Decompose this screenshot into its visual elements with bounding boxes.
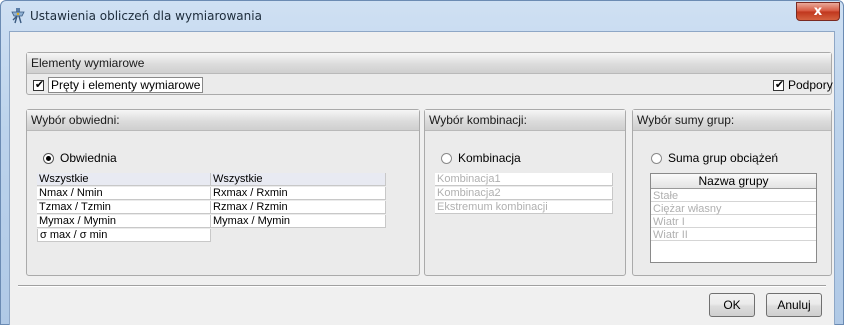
supports-checkbox-label: Podpory [788, 78, 833, 92]
envelope-left-cell[interactable]: Mymax / Mymin [37, 215, 211, 228]
group-item[interactable]: Wiatr II [651, 229, 816, 241]
envelope-radio[interactable] [43, 152, 54, 164]
bars-checkbox-row[interactable]: ✔ Pręty i elementy wymiarowe [33, 77, 204, 93]
envelope-right-cell[interactable]: Mymax / Mymin [211, 215, 386, 228]
window-title: Ustawienia obliczeń dla wymiarowania [30, 9, 262, 23]
bars-checkbox-label: Pręty i elementy wymiarowe [48, 77, 204, 93]
envelope-right-cell[interactable]: Rzmax / Rzmin [211, 201, 386, 214]
combination-radio-label: Kombinacja [458, 151, 521, 165]
groups-radio[interactable] [651, 152, 662, 164]
envelope-right-cell[interactable]: Rxmax / Rxmin [211, 187, 386, 200]
envelope-right-cell[interactable]: Wszystkie [211, 173, 386, 186]
elements-panel: Elementy wymiarowe ✔ Pręty i elementy wy… [26, 52, 833, 95]
ok-button[interactable]: OK [709, 293, 755, 317]
separator [18, 285, 826, 287]
check-mark-icon: ✔ [774, 78, 785, 91]
bars-checkbox[interactable]: ✔ [33, 78, 45, 91]
group-item[interactable]: Stałe [651, 190, 816, 202]
robot-app-icon [11, 8, 25, 24]
dialog-window: Ustawienia obliczeń dla wymiarowania x E… [0, 0, 844, 325]
groups-radio-label: Suma grup obciążeń [668, 151, 779, 165]
envelope-left-cell[interactable]: σ max / σ min [37, 229, 211, 242]
close-button[interactable]: x [796, 2, 840, 21]
close-icon: x [813, 4, 823, 19]
cancel-button[interactable]: Anuluj [766, 293, 822, 317]
dialog-client-area: Elementy wymiarowe ✔ Pręty i elementy wy… [9, 31, 835, 325]
combination-panel: Wybór kombinacji: Kombinacja Kombinacja1… [424, 109, 626, 276]
envelope-panel-header: Wybór obwiedni: [27, 110, 419, 131]
envelope-panel: Wybór obwiedni: Obwiednia Wszystkie Nmax… [26, 109, 420, 276]
envelope-left-cell[interactable]: Nmax / Nmin [37, 187, 211, 200]
envelope-radio-label: Obwiednia [60, 151, 117, 165]
group-item[interactable]: Wiatr I [651, 216, 816, 228]
groups-panel-header: Wybór sumy grup: [633, 110, 831, 131]
combination-radio[interactable] [441, 152, 452, 164]
combination-item[interactable]: Kombinacja1 [435, 173, 613, 186]
combination-panel-header: Wybór kombinacji: [425, 110, 625, 131]
groups-panel: Wybór sumy grup: Suma grup obciążeń Nazw… [632, 109, 832, 276]
elements-panel-header: Elementy wymiarowe [27, 53, 831, 74]
groups-table: Nazwa grupy Stałe Ciężar własny Wiatr I … [650, 173, 817, 263]
envelope-left-cell[interactable]: Wszystkie [37, 173, 211, 186]
group-item[interactable]: Ciężar własny [651, 203, 816, 215]
supports-checkbox-row[interactable]: ✔ Podpory [773, 77, 833, 93]
combination-list: Kombinacja1 Kombinacja2 Ekstremum kombin… [435, 173, 613, 215]
groups-radio-row[interactable]: Suma grup obciążeń [651, 150, 778, 166]
combination-item[interactable]: Kombinacja2 [435, 187, 613, 200]
check-mark-icon: ✔ [34, 78, 45, 91]
envelope-options-grid: Wszystkie Nmax / Nmin Tzmax / Tzmin Myma… [37, 173, 403, 243]
combination-item[interactable]: Ekstremum kombinacji [435, 201, 613, 214]
groups-column-header[interactable]: Nazwa grupy [651, 174, 816, 189]
supports-checkbox[interactable]: ✔ [773, 78, 785, 91]
radio-selected-dot [46, 155, 51, 161]
combination-radio-row[interactable]: Kombinacja [441, 150, 521, 166]
envelope-radio-row[interactable]: Obwiednia [43, 150, 117, 166]
title-bar[interactable]: Ustawienia obliczeń dla wymiarowania x [1, 1, 843, 31]
envelope-left-cell[interactable]: Tzmax / Tzmin [37, 201, 211, 214]
